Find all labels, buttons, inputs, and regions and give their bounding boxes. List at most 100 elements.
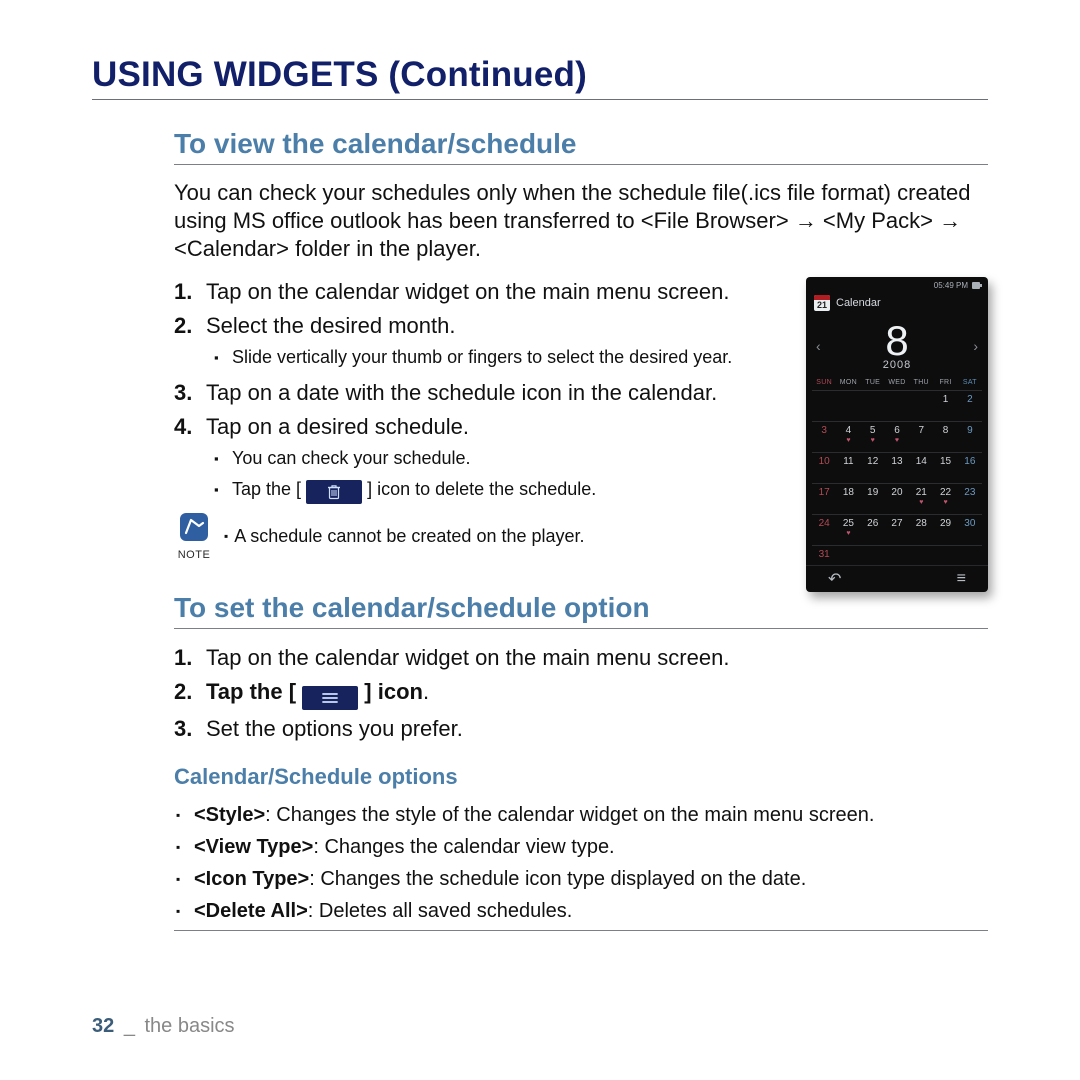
calendar-cell[interactable]: 17	[812, 483, 836, 508]
intro-text: You can check your schedules only when t…	[174, 179, 988, 263]
calendar-cell	[812, 390, 836, 415]
calendar-cell	[909, 390, 933, 415]
divider	[92, 99, 988, 100]
calendar-cell[interactable]: 4	[836, 421, 860, 446]
step-text: Tap the [	[206, 679, 296, 704]
note-label: NOTE	[178, 549, 211, 561]
calendar-cell[interactable]: 23	[958, 483, 982, 508]
calendar-cell[interactable]: 19	[861, 483, 885, 508]
note-row: NOTE A schedule cannot be created on the…	[174, 512, 788, 561]
step-item: Tap on the calendar widget on the main m…	[174, 277, 788, 307]
step-text: Select the desired month.	[206, 313, 455, 338]
calendar-cell	[885, 390, 909, 415]
calendar-cell[interactable]: 18	[836, 483, 860, 508]
calendar-cell[interactable]: 15	[933, 452, 957, 477]
step-item: Tap on a desired schedule. You can check…	[174, 412, 788, 504]
calendar-cell[interactable]: 27	[885, 514, 909, 539]
calendar-cell[interactable]: 13	[885, 452, 909, 477]
option-value: : Changes the schedule icon type display…	[309, 868, 806, 890]
softkey-bar: ↶ ≡	[806, 565, 988, 592]
option-value: : Deletes all saved schedules.	[308, 900, 573, 922]
status-bar: 05:49 PM	[806, 277, 988, 293]
option-key: <View Type>	[194, 836, 313, 858]
battery-icon	[972, 282, 982, 289]
trash-icon	[306, 480, 362, 504]
divider	[174, 164, 988, 165]
sub-list: You can check your schedule. Tap the [	[212, 446, 788, 504]
step-text: .	[423, 679, 429, 704]
dow-label: MON	[836, 379, 860, 386]
menu-icon	[302, 686, 358, 710]
calendar-cell[interactable]: 28	[909, 514, 933, 539]
calendar-grid[interactable]: 1234567891011121314151617181920212223242…	[806, 390, 988, 570]
calendar-cell[interactable]: 22	[933, 483, 957, 508]
calendar-cell[interactable]: 16	[958, 452, 982, 477]
app-title: Calendar	[836, 297, 881, 309]
step-text: ] icon	[364, 679, 423, 704]
menu-icon[interactable]: ≡	[957, 570, 966, 588]
sub-item: Tap the [ ] icon to delete t	[212, 477, 788, 504]
step-item: Tap on the calendar widget on the main m…	[174, 643, 988, 673]
year-number: 2008	[821, 359, 974, 371]
option-key: <Delete All>	[194, 900, 308, 922]
sub-item: Slide vertically your thumb or fingers t…	[212, 345, 788, 370]
calendar-cell[interactable]: 30	[958, 514, 982, 539]
calendar-cell[interactable]: 11	[836, 452, 860, 477]
sub-text: Tap the [	[232, 479, 301, 499]
calendar-cell[interactable]: 9	[958, 421, 982, 446]
calendar-cell[interactable]: 12	[861, 452, 885, 477]
status-time: 05:49 PM	[934, 281, 968, 290]
calendar-cell[interactable]: 25	[836, 514, 860, 539]
option-item: <View Type>: Changes the calendar view t…	[174, 832, 988, 862]
footer-separator: _	[124, 1015, 135, 1037]
section-heading-set: To set the calendar/schedule option	[174, 592, 988, 624]
page-footer: 32 _ the basics	[92, 1015, 235, 1038]
page-title: USING WIDGETS (Continued)	[92, 55, 988, 95]
page-number: 32	[92, 1015, 114, 1037]
dow-label: FRI	[933, 379, 957, 386]
calendar-cell[interactable]: 3	[812, 421, 836, 446]
calendar-cell[interactable]: 24	[812, 514, 836, 539]
day-of-week-row: SUN MON TUE WED THU FRI SAT	[806, 371, 988, 390]
calendar-mini-day: 21	[814, 300, 830, 310]
option-key: <Style>	[194, 804, 265, 826]
dow-label: THU	[909, 379, 933, 386]
back-icon[interactable]: ↶	[828, 569, 841, 589]
calendar-cell[interactable]: 7	[909, 421, 933, 446]
divider	[174, 628, 988, 629]
device-screenshot: 05:49 PM 21 Calendar ‹ 8 20	[806, 277, 988, 592]
calendar-cell[interactable]: 8	[933, 421, 957, 446]
calendar-cell[interactable]: 1	[933, 390, 957, 415]
app-titlebar: 21 Calendar	[806, 293, 988, 317]
calendar-mini-icon: 21	[814, 295, 830, 311]
step-item: Set the options you prefer.	[174, 714, 988, 744]
dow-label: WED	[885, 379, 909, 386]
steps-list-set: Tap on the calendar widget on the main m…	[174, 643, 988, 744]
calendar-cell[interactable]: 10	[812, 452, 836, 477]
option-item: <Style>: Changes the style of the calend…	[174, 800, 988, 830]
options-heading: Calendar/Schedule options	[174, 764, 988, 790]
calendar-cell[interactable]: 6	[885, 421, 909, 446]
chevron-right-icon[interactable]: ›	[973, 338, 978, 354]
calendar-cell[interactable]: 21	[909, 483, 933, 508]
calendar-cell[interactable]: 2	[958, 390, 982, 415]
dow-label: SAT	[958, 379, 982, 386]
option-item: <Icon Type>: Changes the schedule icon t…	[174, 864, 988, 894]
calendar-cell[interactable]: 14	[909, 452, 933, 477]
footer-section: the basics	[145, 1015, 235, 1037]
calendar-cell	[861, 390, 885, 415]
section-heading-view: To view the calendar/schedule	[174, 128, 988, 160]
steps-list-view: Tap on the calendar widget on the main m…	[174, 277, 788, 504]
note-text: A schedule cannot be created on the play…	[224, 524, 585, 549]
sub-list: Slide vertically your thumb or fingers t…	[212, 345, 788, 370]
option-value: : Changes the calendar view type.	[313, 836, 614, 858]
calendar-cell[interactable]: 26	[861, 514, 885, 539]
option-key: <Icon Type>	[194, 868, 309, 890]
sub-item: You can check your schedule.	[212, 446, 788, 471]
step-item: Select the desired month. Slide vertical…	[174, 311, 788, 370]
step-item: Tap the [ ] icon.	[174, 677, 988, 710]
calendar-cell[interactable]: 20	[885, 483, 909, 508]
calendar-cell[interactable]: 5	[861, 421, 885, 446]
dow-label: SUN	[812, 379, 836, 386]
calendar-cell[interactable]: 29	[933, 514, 957, 539]
